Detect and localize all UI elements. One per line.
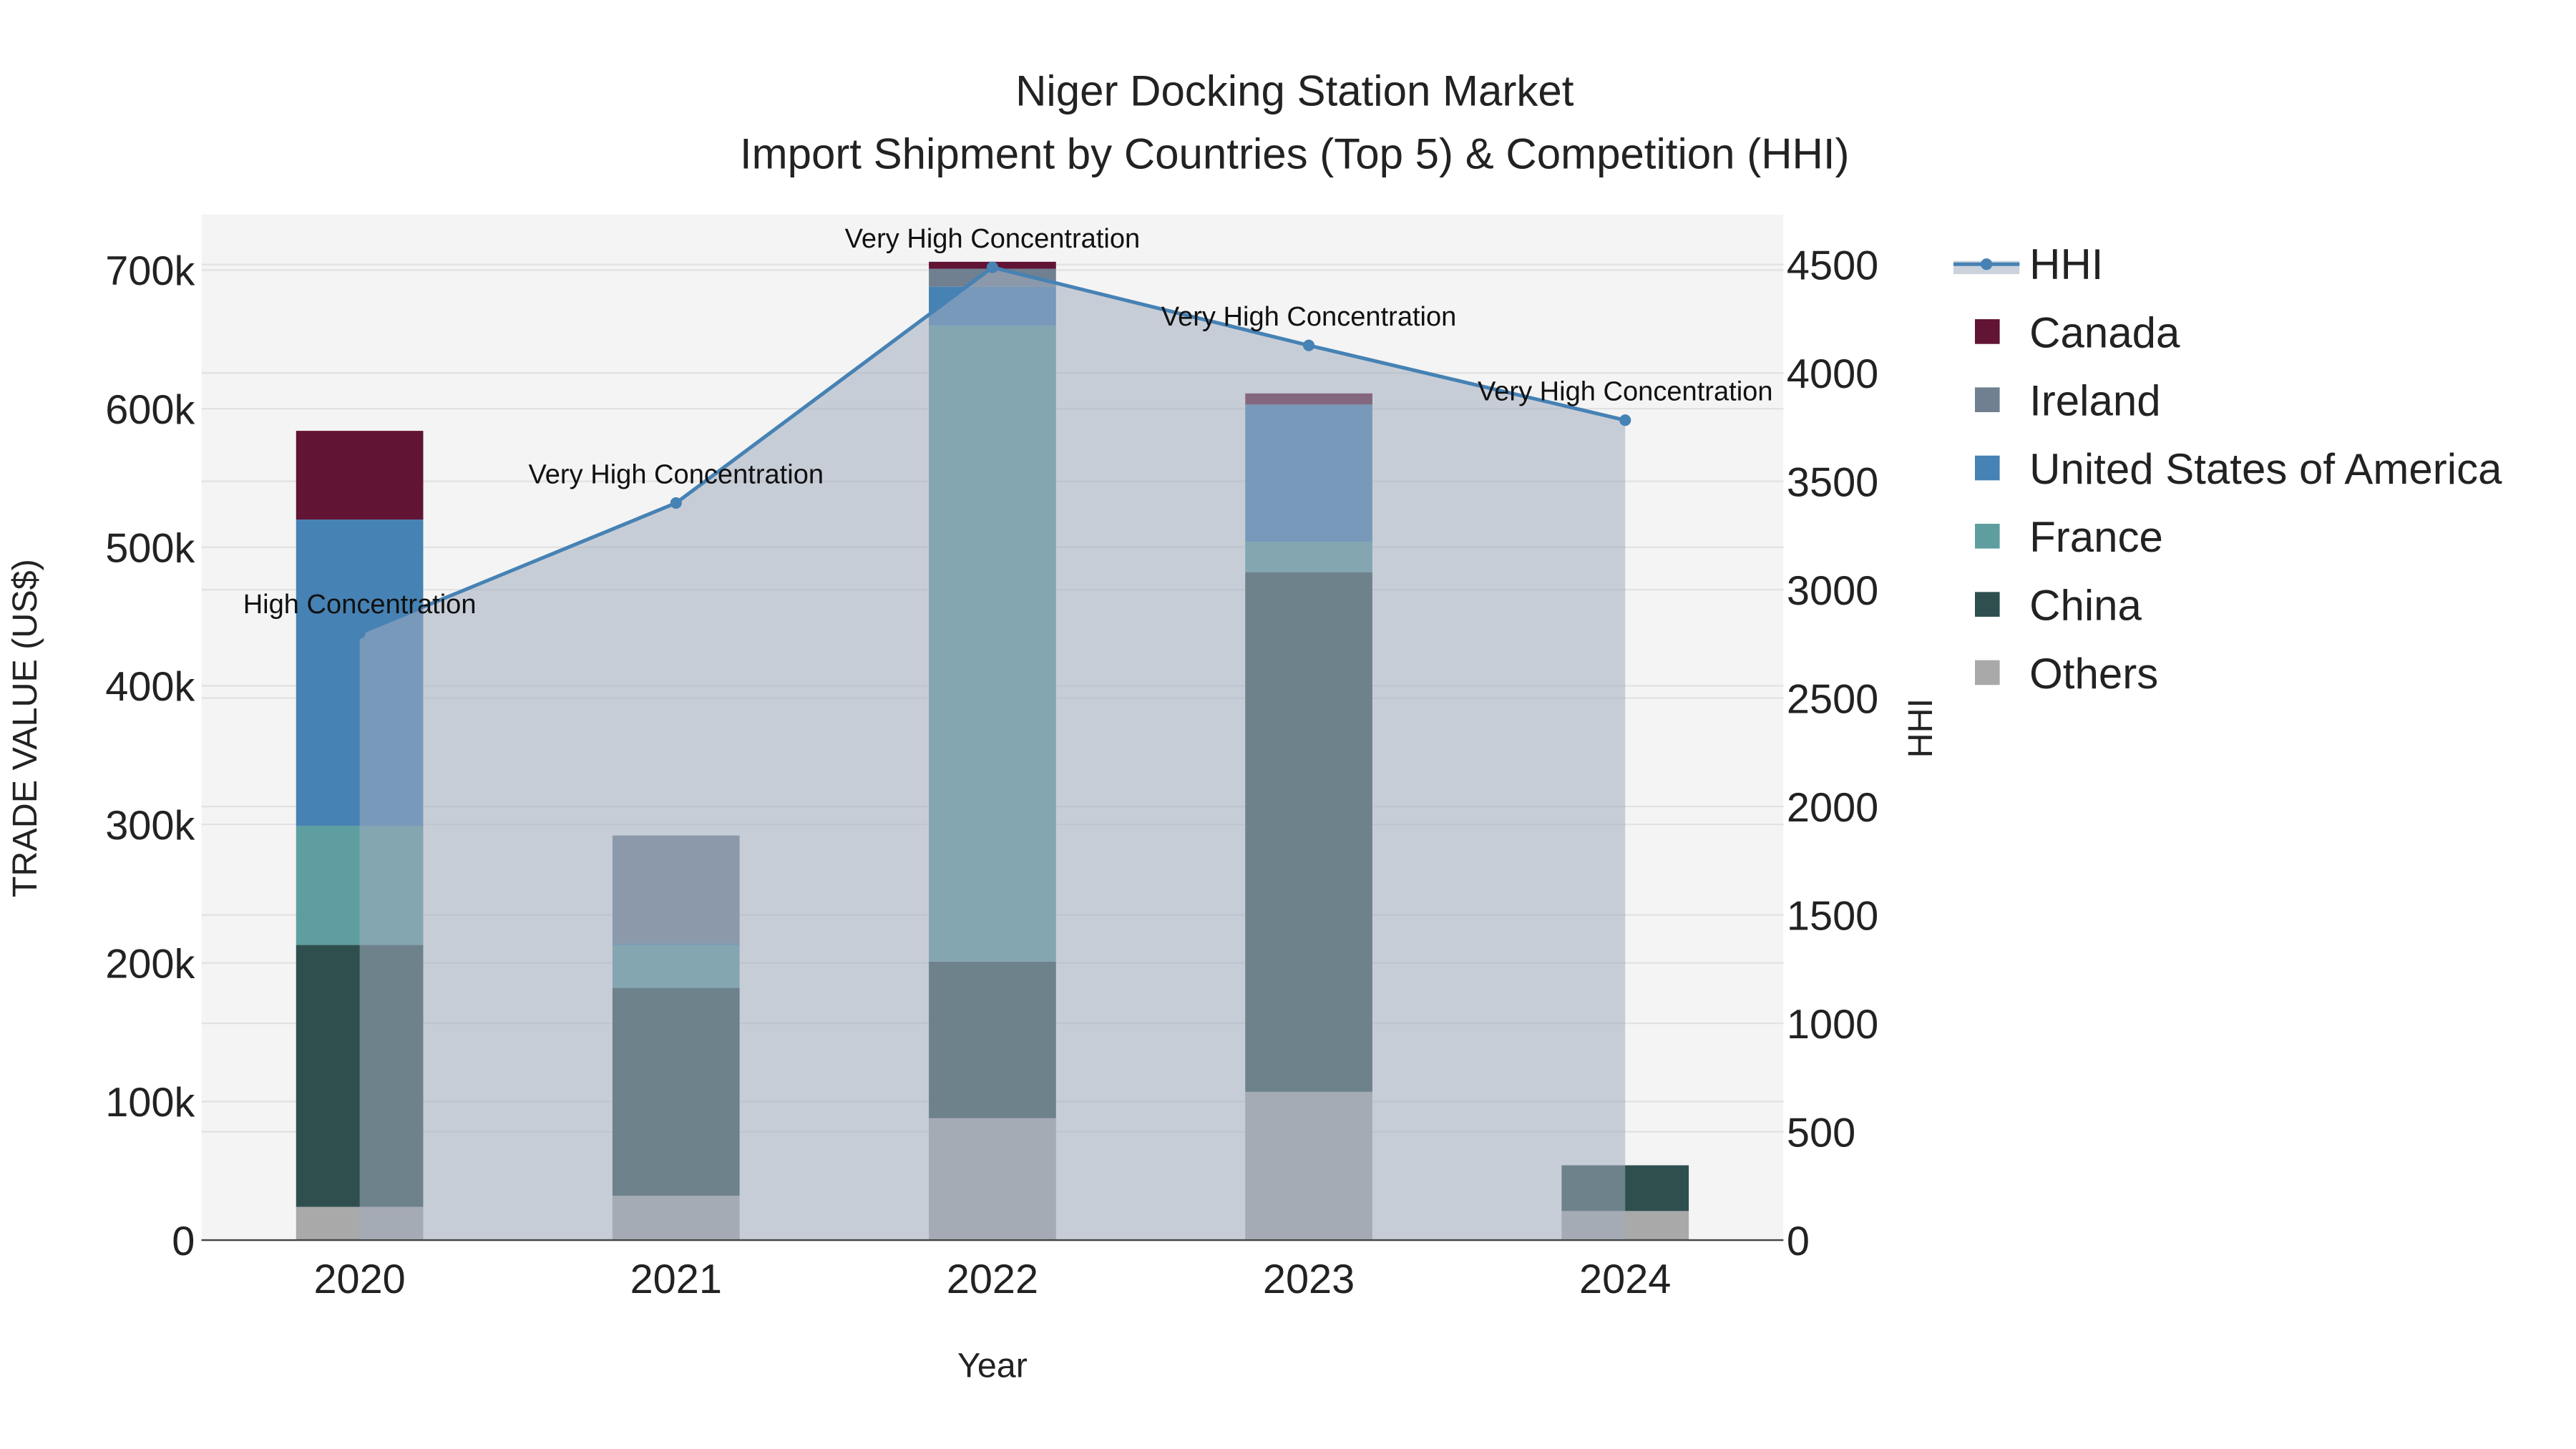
hhi-point-2020 xyxy=(353,627,366,639)
legend-label-france: France xyxy=(2029,513,2163,561)
chart-subtitle: Import Shipment by Countries (Top 5) & C… xyxy=(740,130,1850,177)
chart: 0 100k 200k 300k 400k 500k 600k 700k 0 500 1000 15… xyxy=(6,67,2502,1385)
hhi-point-2023 xyxy=(1303,339,1315,351)
bar-canada-2020 xyxy=(296,431,424,520)
legend-label-hhi: HHI xyxy=(2029,240,2103,288)
y2-axis-title: HHI xyxy=(1901,698,1940,758)
y2-tick-label: 3000 xyxy=(1787,568,1878,614)
y2-tick-label: 500 xyxy=(1787,1110,1855,1156)
legend-swatch-china xyxy=(1975,592,2000,617)
y-tick-label: 500k xyxy=(105,526,195,572)
legend-label-united-states-of-america: United States of America xyxy=(2029,445,2502,493)
y-tick-label: 600k xyxy=(105,387,195,433)
legend: HHI Canada Ireland United States of America… xyxy=(1953,240,2502,698)
x-tick-label: 2023 xyxy=(1263,1257,1355,1302)
hhi-point-2024 xyxy=(1619,414,1631,426)
chart-title: Niger Docking Station Market xyxy=(1015,67,1574,115)
legend-hhi-marker-icon xyxy=(1981,258,1993,270)
legend-swatch-ireland xyxy=(1975,387,2000,412)
y2-tick-label: 1000 xyxy=(1787,1002,1878,1048)
x-tick-label: 2021 xyxy=(630,1257,722,1302)
y2-tick-label: 3500 xyxy=(1787,459,1878,505)
hhi-annotation: Very High Concentration xyxy=(528,459,824,489)
x-axis-title: Year xyxy=(957,1347,1028,1385)
y-tick-label: 200k xyxy=(105,942,195,987)
y2-tick-label: 4500 xyxy=(1787,243,1878,288)
legend-label-ireland: Ireland xyxy=(2029,377,2160,425)
legend-label-others: Others xyxy=(2029,650,2158,698)
y-tick-label: 400k xyxy=(105,664,195,710)
legend-label-canada: Canada xyxy=(2029,308,2180,356)
x-tick-label: 2020 xyxy=(313,1257,405,1302)
y2-tick-label: 2000 xyxy=(1787,785,1878,831)
hhi-point-2021 xyxy=(670,497,682,509)
y2-tick-label: 0 xyxy=(1787,1219,1810,1264)
hhi-annotation: Very High Concentration xyxy=(1161,302,1457,332)
legend-swatch-france xyxy=(1975,524,2000,549)
y-axis-title: TRADE VALUE (US$) xyxy=(6,559,44,897)
y-tick-label: 0 xyxy=(172,1219,195,1264)
y2-tick-label: 2500 xyxy=(1787,676,1878,722)
y-tick-label: 300k xyxy=(105,803,195,849)
y-axis-ticks: 0 100k 200k 300k 400k 500k 600k 700k xyxy=(105,248,195,1264)
y2-axis-ticks: 0 500 1000 1500 2000 2500 3000 3500 4000 4500 xyxy=(1787,243,1878,1264)
x-tick-label: 2022 xyxy=(947,1257,1038,1302)
y-tick-label: 100k xyxy=(105,1080,195,1126)
hhi-annotation: Very High Concentration xyxy=(845,224,1141,254)
legend-swatch-others xyxy=(1975,660,2000,686)
x-axis-ticks: 2020 2021 2022 2023 2024 xyxy=(313,1257,1671,1302)
x-tick-label: 2024 xyxy=(1579,1257,1671,1302)
legend-swatch-canada xyxy=(1975,319,2000,344)
legend-swatch-united-states-of-america xyxy=(1975,455,2000,481)
hhi-point-2022 xyxy=(986,261,998,273)
hhi-annotation: Very High Concentration xyxy=(1478,377,1773,407)
legend-label-china: China xyxy=(2029,582,2142,630)
y2-tick-label: 1500 xyxy=(1787,893,1878,939)
hhi-annotation: High Concentration xyxy=(243,590,477,620)
y2-tick-label: 4000 xyxy=(1787,351,1878,397)
y-tick-label: 700k xyxy=(105,248,195,294)
